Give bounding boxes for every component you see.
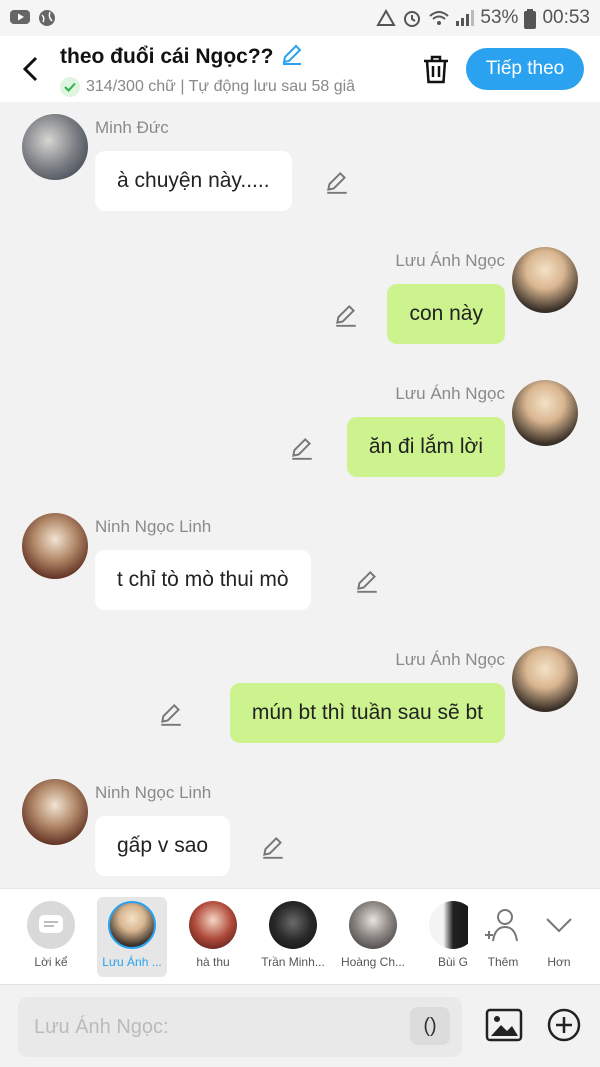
- word-count-autosave: 314/300 chữ | Tự động lưu sau 58 giâ: [86, 77, 356, 95]
- parentheses-button[interactable]: (): [410, 1007, 450, 1045]
- avatar[interactable]: [22, 114, 88, 180]
- avatar: [269, 901, 317, 949]
- avatar: [189, 901, 237, 949]
- globe-icon: [38, 9, 58, 27]
- plus-circle-icon: [547, 1008, 581, 1042]
- clock: 00:53: [542, 7, 590, 28]
- avatar[interactable]: [22, 779, 88, 845]
- recycle-icon: [376, 8, 397, 27]
- narrator-icon: [27, 901, 75, 949]
- chevron-down-icon: [535, 901, 583, 949]
- delete-button[interactable]: [406, 36, 466, 102]
- edit-message-icon[interactable]: [324, 169, 350, 195]
- message-bubble[interactable]: ăn đi lắm lời: [346, 417, 505, 477]
- speaker-name: Lưu Ánh Ngọc: [395, 251, 505, 270]
- status-bar: 53% 00:53: [0, 0, 600, 36]
- avatar: [108, 901, 156, 949]
- speaker-name: Minh Đức: [95, 118, 169, 137]
- character-tran-minh[interactable]: Trần Minh...: [258, 897, 328, 977]
- edit-message-icon[interactable]: [260, 834, 286, 860]
- speaker-name: Lưu Ánh Ngọc: [395, 650, 505, 669]
- speaker-name: Ninh Ngọc Linh: [95, 783, 212, 802]
- character-selector: Lời kể Lưu Ánh ... hà thu Trần Minh... H…: [0, 888, 600, 984]
- image-button[interactable]: [484, 1005, 524, 1045]
- character-label: Lưu Ánh ...: [102, 955, 162, 969]
- check-icon: [60, 76, 80, 97]
- battery-icon: [524, 9, 537, 29]
- add-user-icon: [479, 901, 527, 949]
- edit-message-icon[interactable]: [354, 568, 380, 594]
- more-button[interactable]: Hơn: [524, 897, 594, 977]
- title-block: theo đuổi cái Ngọc?? 314/300 chữ | Tự độ…: [60, 42, 406, 97]
- message-bubble[interactable]: mún bt thì tuần sau sẽ bt: [229, 683, 505, 743]
- avatar[interactable]: [22, 513, 88, 579]
- alarm-icon: [402, 9, 422, 27]
- wifi-icon: [428, 9, 450, 27]
- edit-message-icon[interactable]: [289, 435, 315, 461]
- character-label: Hoàng Ch...: [340, 955, 406, 969]
- character-label: hà thu: [196, 955, 230, 969]
- edit-message-icon[interactable]: [158, 701, 184, 727]
- avatar[interactable]: [512, 646, 578, 712]
- add-button[interactable]: [544, 1005, 584, 1045]
- character-label: Hơn: [547, 955, 571, 969]
- edit-message-icon[interactable]: [333, 302, 359, 328]
- speaker-name: Lưu Ánh Ngọc: [395, 384, 505, 403]
- edit-title-icon[interactable]: [280, 42, 304, 72]
- speaker-name: Ninh Ngọc Linh: [95, 517, 212, 536]
- avatar[interactable]: [512, 247, 578, 313]
- character-label: Lời kể: [34, 955, 68, 969]
- chat-area[interactable]: Minh Đức à chuyện này..... Lưu Ánh Ngọc …: [0, 102, 600, 888]
- header: theo đuổi cái Ngọc?? 314/300 chữ | Tự độ…: [0, 36, 600, 102]
- back-button[interactable]: [0, 36, 60, 102]
- character-hoang-ch[interactable]: Hoàng Ch...: [338, 897, 408, 977]
- image-icon: [485, 1008, 523, 1042]
- character-luu-anh-ngoc[interactable]: Lưu Ánh ...: [97, 897, 167, 977]
- chevron-left-icon: [22, 56, 38, 82]
- character-ha-thu[interactable]: hà thu: [178, 897, 248, 977]
- message-bubble[interactable]: à chuyện này.....: [95, 151, 292, 211]
- story-title: theo đuổi cái Ngọc??: [60, 44, 274, 68]
- trash-icon: [424, 55, 448, 84]
- message-bubble[interactable]: con này: [387, 284, 505, 344]
- input-bar: Lưu Ánh Ngọc: (): [0, 984, 600, 1067]
- avatar: [349, 901, 397, 949]
- message-bubble[interactable]: t chỉ tò mò thui mò: [95, 550, 311, 610]
- message-input[interactable]: Lưu Ánh Ngọc: (): [18, 997, 462, 1057]
- character-narrator[interactable]: Lời kể: [16, 897, 86, 977]
- signal-icon: [454, 9, 475, 27]
- avatar[interactable]: [512, 380, 578, 446]
- youtube-icon: [10, 9, 30, 27]
- message-bubble[interactable]: gấp v sao: [95, 816, 231, 876]
- battery-percent: 53%: [480, 7, 519, 28]
- input-placeholder: Lưu Ánh Ngọc:: [34, 1015, 169, 1038]
- character-label: Trần Minh...: [261, 955, 325, 969]
- next-button[interactable]: Tiếp theo: [466, 48, 584, 90]
